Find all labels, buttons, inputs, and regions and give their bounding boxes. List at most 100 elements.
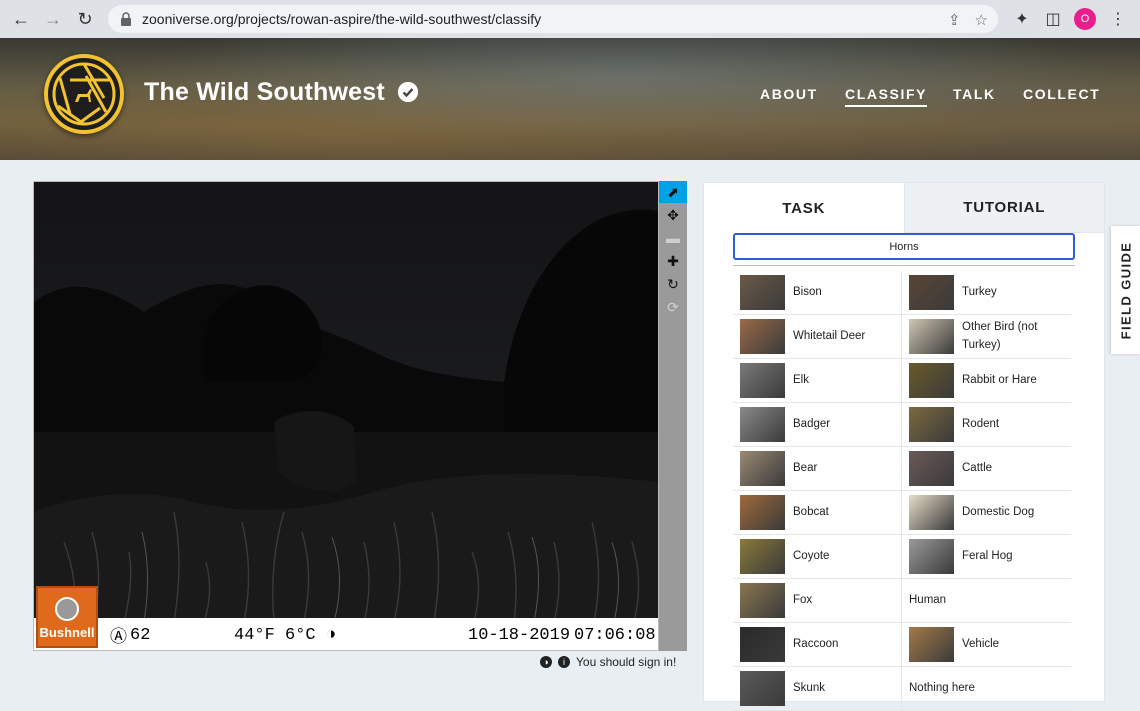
choice-rabbit-or-hare[interactable]: Rabbit or Hare	[902, 359, 1071, 403]
choice-label: Skunk	[793, 681, 825, 694]
tab-tutorial[interactable]: TUTORIAL	[903, 183, 1104, 233]
move-icon[interactable]: ✥	[659, 204, 687, 226]
bushnell-logo: Bushnell	[36, 586, 98, 648]
signin-notice: ◑ i You should sign in!	[540, 655, 676, 669]
choice-thumbnail	[740, 671, 785, 706]
choice-rodent[interactable]: Rodent	[902, 403, 1071, 447]
choice-bear[interactable]: Bear	[733, 447, 902, 491]
choice-thumbnail	[740, 627, 785, 662]
choice-domestic-dog[interactable]: Domestic Dog	[902, 491, 1071, 535]
choice-thumbnail	[740, 363, 785, 398]
forward-icon[interactable]: →	[42, 8, 64, 30]
choice-label: Cattle	[962, 461, 993, 474]
choice-label: Nothing here	[909, 681, 975, 694]
field-guide-tab[interactable]: FIELD GUIDE	[1111, 226, 1140, 354]
choice-coyote[interactable]: Coyote	[733, 535, 902, 579]
share-icon[interactable]: ⇪	[948, 11, 961, 29]
choice-thumbnail	[909, 451, 954, 486]
choice-feral-hog[interactable]: Feral Hog	[902, 535, 1071, 579]
nav-collect[interactable]: COLLECT	[1023, 86, 1100, 102]
choice-label: Coyote	[793, 549, 830, 562]
extensions-icon[interactable]: ✦	[1012, 9, 1032, 29]
temperature: 44°F 6°C	[234, 625, 316, 645]
divider	[733, 265, 1075, 266]
address-bar[interactable]: zooniverse.org/projects/rowan-aspire/the…	[108, 5, 998, 33]
choice-fox[interactable]: Fox	[733, 579, 902, 623]
choice-cattle[interactable]: Cattle	[902, 447, 1071, 491]
nav-talk[interactable]: TALK	[953, 86, 996, 102]
choice-thumbnail	[909, 495, 954, 530]
choice-thumbnail	[909, 319, 954, 354]
stamp-date: 10-18-2019	[468, 625, 571, 645]
choice-label: Badger	[793, 417, 831, 430]
project-logo[interactable]	[44, 54, 124, 134]
choice-thumbnail	[909, 407, 954, 442]
moon-icon: ◑	[326, 625, 337, 645]
choice-label: Turkey	[962, 285, 997, 298]
bookmark-star-icon[interactable]: ☆	[975, 11, 988, 29]
choice-turkey[interactable]: Turkey	[902, 271, 1071, 315]
nav-classify[interactable]: CLASSIFY	[845, 86, 928, 107]
pointer-icon[interactable]: ⬈	[659, 181, 687, 203]
moon-phase-label: Ⓐ	[110, 629, 127, 648]
zoom-in-icon[interactable]: ✚	[659, 250, 687, 272]
side-panel-icon[interactable]: ◫	[1043, 9, 1063, 29]
choice-label: Human	[909, 593, 947, 606]
choice-bison[interactable]: Bison	[733, 271, 902, 315]
choice-label: Domestic Dog	[962, 505, 1035, 518]
zoom-out-icon[interactable]: ▬	[659, 227, 687, 249]
choice-badger[interactable]: Badger	[733, 403, 902, 447]
choice-other-bird-not-turkey[interactable]: Other Bird (not Turkey)	[902, 315, 1071, 359]
choice-thumbnail	[740, 539, 785, 574]
choice-label: Other Bird (not Turkey)	[962, 321, 1038, 351]
choice-human[interactable]: Human	[902, 579, 1071, 623]
choice-label: Rabbit or Hare	[962, 373, 1037, 386]
choice-thumbnail	[740, 495, 785, 530]
choice-bobcat[interactable]: Bobcat	[733, 491, 902, 535]
info-icon[interactable]: i	[558, 656, 570, 668]
stamp-time: 07:06:08	[574, 625, 656, 645]
choice-elk[interactable]: Elk	[733, 359, 902, 403]
menu-icon[interactable]: ⋮	[1108, 9, 1128, 29]
horns-filter-button[interactable]: Horns	[733, 233, 1075, 260]
choice-thumbnail	[740, 275, 785, 310]
reload-icon[interactable]: ↻	[74, 8, 96, 30]
choice-thumbnail	[740, 583, 785, 618]
choice-nothing-here[interactable]: Nothing here	[902, 667, 1071, 711]
rotate-icon[interactable]: ↻	[659, 273, 687, 295]
choice-label: Whitetail Deer	[793, 329, 866, 342]
choice-whitetail-deer[interactable]: Whitetail Deer	[733, 315, 902, 359]
contrast-icon[interactable]: ◑	[540, 656, 552, 668]
choice-vehicle[interactable]: Vehicle	[902, 623, 1071, 667]
reset-icon[interactable]: ⟳	[659, 296, 687, 318]
signin-text[interactable]: You should sign in!	[576, 655, 676, 669]
choice-thumbnail	[740, 319, 785, 354]
camera-trap-photo	[34, 182, 658, 650]
nav-about[interactable]: ABOUT	[760, 86, 818, 102]
choice-thumbnail	[740, 407, 785, 442]
back-icon[interactable]: ←	[10, 8, 32, 30]
choice-thumbnail	[909, 275, 954, 310]
choice-skunk[interactable]: Skunk	[733, 667, 902, 711]
verified-check-icon	[398, 82, 418, 102]
project-header: The Wild Southwest ABOUT CLASSIFY TALK C…	[0, 38, 1140, 160]
camera-info-stamp: Ⓐ 62 44°F 6°C ◑ 10-18-2019 07:06:08	[34, 618, 658, 650]
project-title[interactable]: The Wild Southwest	[144, 78, 385, 107]
choice-label: Vehicle	[962, 637, 1000, 650]
tab-task[interactable]: TASK	[704, 183, 904, 233]
choice-label: Rodent	[962, 417, 1000, 430]
choice-label: Bobcat	[793, 505, 829, 518]
choice-thumbnail	[909, 363, 954, 398]
choice-raccoon[interactable]: Raccoon	[733, 623, 902, 667]
choice-label: Elk	[793, 373, 809, 386]
choice-label: Feral Hog	[962, 549, 1013, 562]
browser-toolbar: ← → ↻ zooniverse.org/projects/rowan-aspi…	[0, 0, 1140, 38]
subject-image[interactable]: Ⓐ 62 44°F 6°C ◑ 10-18-2019 07:06:08 Bush…	[33, 181, 659, 651]
profile-avatar[interactable]: O	[1074, 8, 1096, 30]
choice-grid: Bison Turkey Whitetail Deer Other Bird (not…	[733, 271, 1073, 711]
url-text: zooniverse.org/projects/rowan-aspire/the…	[142, 11, 542, 27]
camera-id: 62	[130, 625, 151, 645]
choice-label: Raccoon	[793, 637, 839, 650]
task-panel: TASK TUTORIAL Horns Bison Turkey Whitetail…	[703, 182, 1105, 711]
choice-label: Bear	[793, 461, 818, 474]
